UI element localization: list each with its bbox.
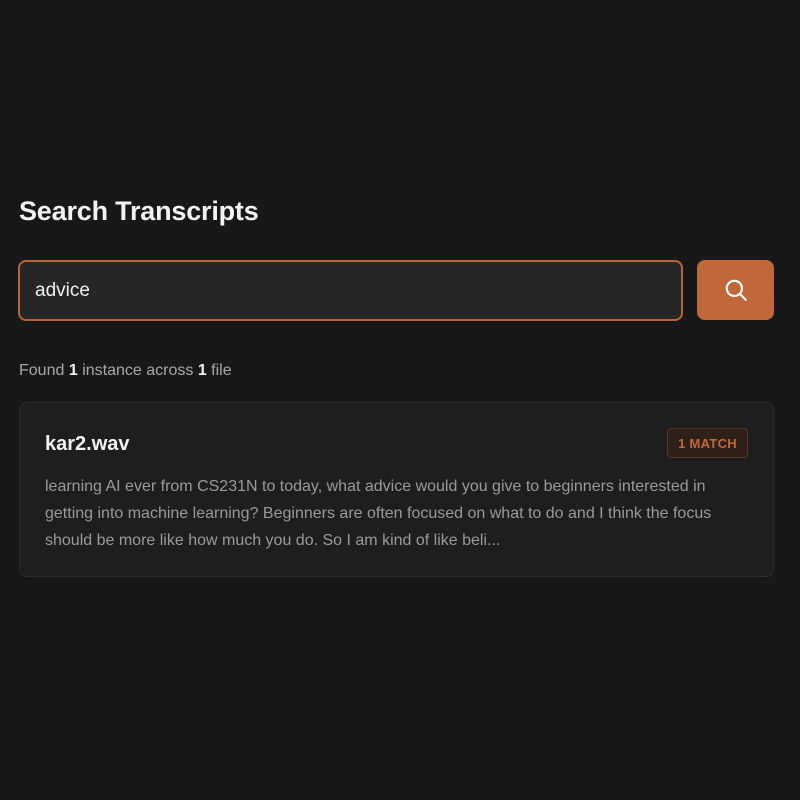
search-page: Search Transcripts Found 1 instance acro… [0,0,800,800]
result-card[interactable]: kar2.wav 1 MATCH learning AI ever from C… [19,402,774,577]
search-button[interactable] [697,260,774,320]
page-title: Search Transcripts [19,196,259,226]
summary-middle: instance across [82,362,194,379]
result-snippet: learning AI ever from CS231N to today, w… [45,478,712,549]
result-file-name[interactable]: kar2.wav [45,433,130,456]
search-input[interactable] [18,260,683,321]
search-icon [725,279,747,301]
file-count: 1 [197,362,207,379]
instance-count: 1 [68,362,78,379]
results-summary: Found 1 instance across 1 file [19,362,232,380]
match-count-badge: 1 MATCH [667,428,748,458]
summary-suffix: file [211,362,232,379]
summary-prefix: Found [19,362,65,379]
search-bar [18,260,774,321]
